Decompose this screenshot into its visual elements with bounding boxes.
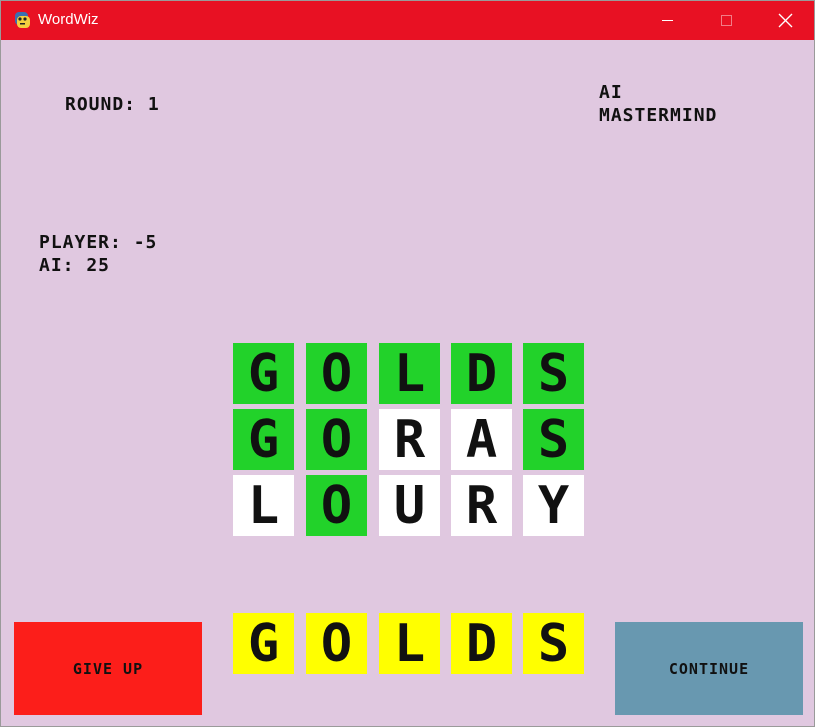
letter-tile: S <box>523 409 584 470</box>
minimize-icon <box>662 20 673 21</box>
letter-tile: G <box>233 409 294 470</box>
letter-tile: R <box>379 409 440 470</box>
maximize-button[interactable] <box>698 1 756 40</box>
letter-tile: D <box>451 343 512 404</box>
letter-tile: U <box>379 475 440 536</box>
letter-tile: O <box>306 343 367 404</box>
letter-tile: Y <box>523 475 584 536</box>
player-score: PLAYER: -5 <box>39 232 158 253</box>
answer-tile: G <box>233 613 294 674</box>
window-title: WordWiz <box>38 11 99 28</box>
letter-tile: L <box>233 475 294 536</box>
mode-label-line1: AI <box>599 82 623 103</box>
ai-score: AI: 25 <box>39 255 111 276</box>
game-window: WordWiz ROUND: 1 AI MASTERMIND PLAYER: -… <box>0 0 815 727</box>
close-button[interactable] <box>757 1 814 40</box>
letter-tile: A <box>451 409 512 470</box>
give-up-button[interactable]: GIVE UP <box>14 622 202 715</box>
title-bar[interactable]: WordWiz <box>1 1 814 40</box>
letter-tile: S <box>523 343 584 404</box>
letter-tile: O <box>306 409 367 470</box>
round-label: ROUND: 1 <box>65 94 160 115</box>
letter-tile: L <box>379 343 440 404</box>
minimize-button[interactable] <box>638 1 696 40</box>
answer-tile: S <box>523 613 584 674</box>
letter-tile: G <box>233 343 294 404</box>
letter-tile: R <box>451 475 512 536</box>
letter-tile: O <box>306 475 367 536</box>
answer-tile: D <box>451 613 512 674</box>
mode-label-line2: MASTERMIND <box>599 105 718 126</box>
close-icon <box>778 13 793 28</box>
answer-tile: O <box>306 613 367 674</box>
python-icon <box>15 12 30 28</box>
continue-button[interactable]: CONTINUE <box>615 622 803 715</box>
maximize-icon <box>721 15 732 26</box>
answer-tile: L <box>379 613 440 674</box>
